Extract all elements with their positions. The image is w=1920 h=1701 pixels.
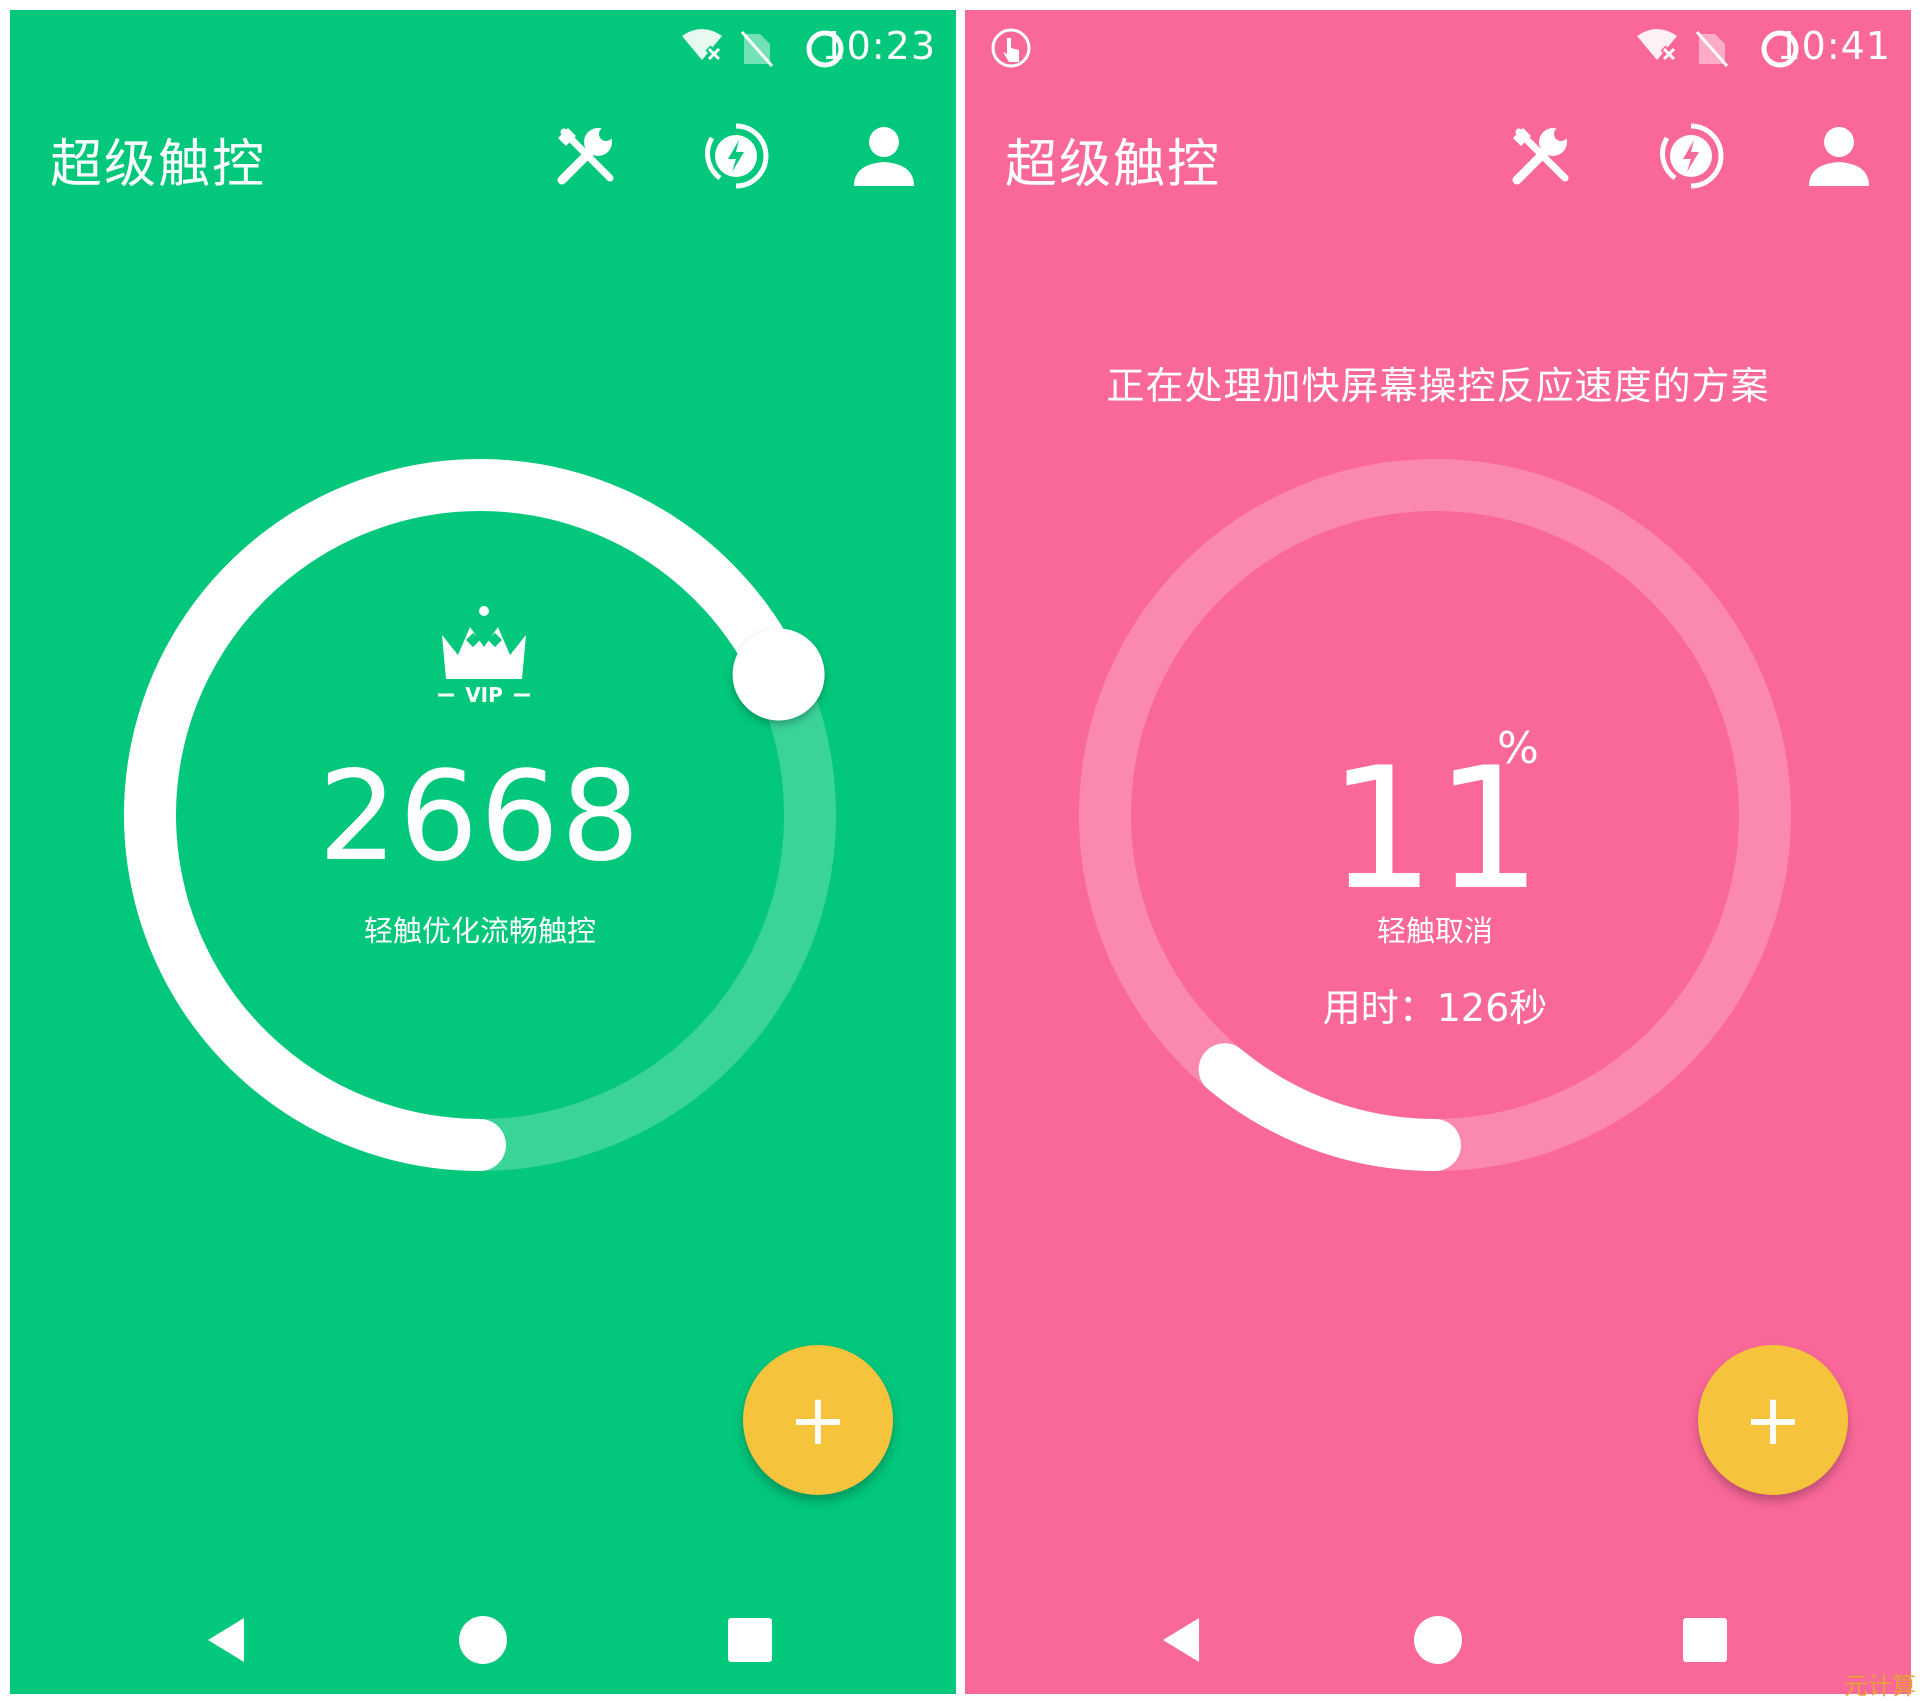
no-sim-icon	[740, 31, 774, 67]
vip-crown-icon: VIP	[438, 606, 530, 705]
nav-bar	[10, 1590, 956, 1690]
app-bar: 超级触控	[10, 90, 956, 220]
add-button[interactable]: +	[1698, 1345, 1848, 1495]
boost-icon[interactable]	[1655, 120, 1727, 192]
status-time: 10:41	[1776, 24, 1891, 68]
dial-center: VIP 2668 轻触优化流畅触控	[120, 455, 840, 1175]
cancel-label[interactable]: 轻触取消	[1075, 908, 1795, 950]
home-icon[interactable]	[1410, 1612, 1466, 1668]
wifi-x-icon	[682, 29, 723, 63]
account-icon[interactable]	[1803, 120, 1875, 192]
wifi-x-icon	[1637, 29, 1678, 63]
processing-notice: 正在处理加快屏幕操控反应速度的方案	[1106, 364, 1770, 408]
elapsed-time: 用时：126秒	[1322, 986, 1548, 1030]
home-icon[interactable]	[455, 1612, 511, 1668]
back-icon[interactable]	[1155, 1612, 1211, 1668]
status-time: 10:23	[821, 24, 936, 68]
app-title: 超级触控	[50, 135, 267, 195]
vip-label: VIP	[465, 683, 503, 705]
screen-optimize-progress: 10:41 超级触控 正在处理加快屏幕操控反应速度的方案 11 % 轻触取消 用…	[965, 10, 1911, 1694]
percent-value: 11	[1328, 731, 1542, 927]
tools-icon[interactable]	[550, 120, 622, 192]
account-icon[interactable]	[848, 120, 920, 192]
screen-optimize-ready: 10:23 超级触控 VIP 2668 轻触优化流畅触控 +	[10, 10, 956, 1694]
percent-sign: %	[1497, 723, 1539, 774]
watermark: 元计算	[1844, 1672, 1916, 1700]
score-value: 2668	[318, 745, 642, 889]
recents-icon[interactable]	[722, 1612, 778, 1668]
progress-dial[interactable]: 11 % 轻触取消 用时：126秒	[1075, 455, 1795, 1175]
optimize-caption[interactable]: 轻触优化流畅触控	[120, 908, 840, 950]
recents-icon[interactable]	[1677, 1612, 1733, 1668]
back-icon[interactable]	[200, 1612, 256, 1668]
app-title: 超级触控	[1005, 135, 1222, 195]
touch-icon	[991, 28, 1031, 68]
dial-center: 11 % 轻触取消 用时：126秒	[1075, 455, 1795, 1175]
tools-icon[interactable]	[1505, 120, 1577, 192]
add-button[interactable]: +	[743, 1345, 893, 1495]
boost-icon[interactable]	[700, 120, 772, 192]
status-bar: 10:23	[10, 10, 956, 86]
optimize-dial[interactable]: VIP 2668 轻触优化流畅触控	[120, 455, 840, 1175]
no-sim-icon	[1695, 31, 1729, 67]
nav-bar	[965, 1590, 1911, 1690]
app-bar: 超级触控	[965, 90, 1911, 220]
status-bar: 10:41	[965, 10, 1911, 86]
